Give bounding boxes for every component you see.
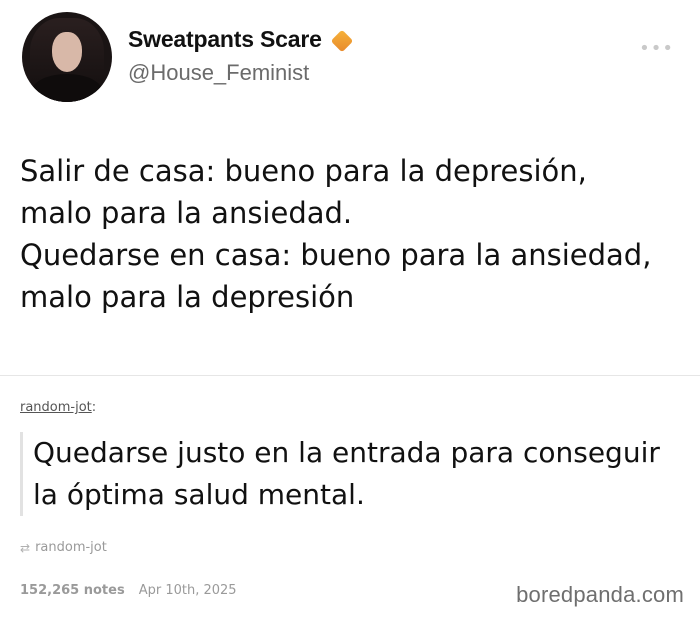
quote-text: Quedarse justo en la entrada para conseg… — [33, 436, 660, 511]
tweet-card: Sweatpants Scare @House_Feminist ••• Sal… — [0, 0, 700, 375]
more-horizontal-icon[interactable]: ••• — [639, 38, 674, 59]
tweet-text: Salir de casa: bueno para la depresión, … — [20, 154, 652, 314]
watermark: boredpanda.com — [516, 582, 684, 607]
reblog-section: random-jot: Quedarse justo en la entrada… — [0, 376, 700, 618]
source-name[interactable]: random-jot — [35, 540, 107, 555]
notes-count[interactable]: 152,265 notes — [20, 583, 125, 598]
reblogger-link[interactable]: random-jot — [20, 400, 92, 415]
avatar-shoulder — [32, 74, 102, 102]
meta-row: 152,265 notes Apr 10th, 2025 — [20, 583, 237, 598]
avatar-face — [52, 32, 82, 72]
display-name[interactable]: Sweatpants Scare — [128, 26, 322, 53]
quote-block: Quedarse justo en la entrada para conseg… — [20, 432, 700, 516]
source-row: ⇄ random-jot — [20, 540, 107, 555]
reblogger-suffix: : — [91, 400, 97, 415]
verified-badge-icon — [330, 29, 353, 52]
reblogger-line: random-jot: — [20, 400, 96, 415]
user-handle[interactable]: @House_Feminist — [128, 60, 309, 86]
post-date: Apr 10th, 2025 — [138, 583, 237, 598]
avatar[interactable] — [22, 12, 112, 102]
name-row: Sweatpants Scare — [128, 26, 353, 53]
reblog-icon: ⇄ — [20, 540, 31, 555]
